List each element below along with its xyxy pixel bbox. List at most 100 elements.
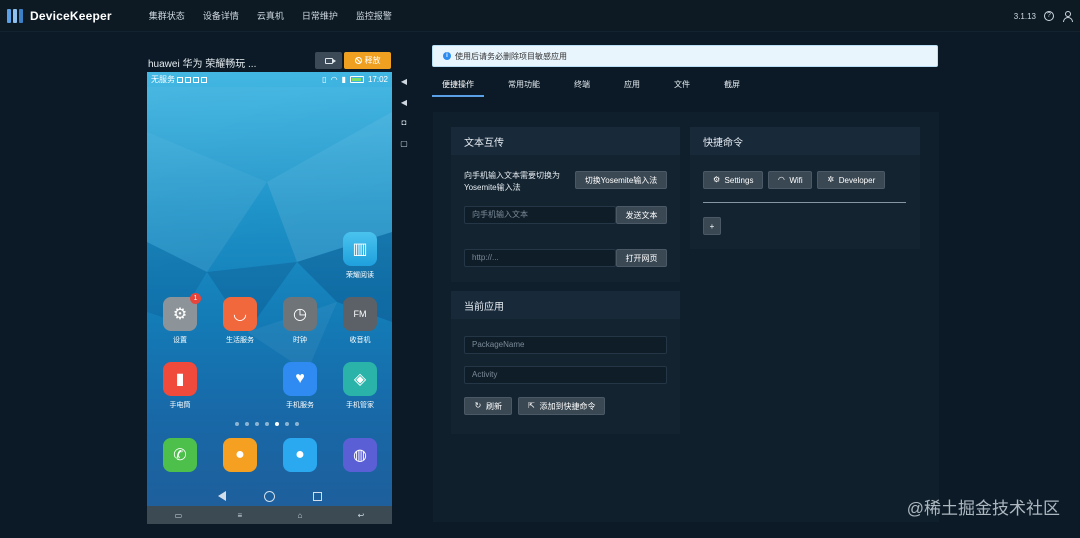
globe-icon: ◍ [343, 438, 377, 472]
tab-quick-actions[interactable]: 便捷操作 [432, 75, 484, 97]
refresh-button[interactable]: ↻ 刷新 [464, 397, 512, 415]
lock-icon[interactable]: ▢ [398, 138, 410, 150]
notification-icon [185, 76, 191, 83]
home-key-icon[interactable]: ⌂ [297, 511, 302, 520]
shortcut-label: Developer [838, 175, 876, 185]
tab-common-functions[interactable]: 常用功能 [498, 75, 550, 97]
shortcut-label: Wifi [789, 175, 803, 185]
notice-text: 使用后请务必删除项目敏感应用 [455, 51, 567, 61]
switch-ime-button[interactable]: 切换Yosemite输入法 [575, 171, 667, 189]
clock-text: 17:02 [367, 75, 388, 84]
shortcut-developer-button[interactable]: ✲ Developer [817, 171, 885, 189]
add-shortcut-button[interactable]: ⇱ 添加到快捷命令 [518, 397, 605, 415]
back-icon[interactable] [217, 491, 226, 501]
app-radio[interactable]: FM 收音机 [335, 297, 385, 345]
carrier-text: 无服务 [151, 75, 175, 84]
nav-monitor-alert[interactable]: 监控报警 [347, 9, 401, 22]
volume-up-icon[interactable]: ◀ [398, 76, 410, 88]
refresh-icon: ↻ [474, 401, 482, 410]
card-title: 当前应用 [451, 291, 680, 319]
recents-icon[interactable] [312, 491, 322, 501]
top-navbar: DeviceKeeper 集群状态 设备详情 云真机 日常维护 监控报警 3.1… [0, 0, 1080, 32]
bug-icon: ✲ [827, 175, 835, 184]
nav-cluster-status[interactable]: 集群状态 [140, 9, 194, 22]
nav-device-detail[interactable]: 设备详情 [194, 9, 248, 22]
wifi-icon: ◠ [330, 75, 338, 84]
activity-input[interactable]: Activity [464, 366, 667, 384]
message-icon: ● [283, 438, 317, 472]
device-title: huawei 华为 荣耀畅玩 ... [148, 59, 257, 70]
record-button[interactable] [315, 52, 342, 69]
phone-icon: ✆ [163, 438, 197, 472]
tab-apps[interactable]: 应用 [614, 75, 650, 97]
app-label: 手电筒 [169, 402, 191, 409]
app-flashlight[interactable]: ▮ 手电筒 [155, 362, 205, 410]
dock-browser[interactable]: ◍ [335, 438, 385, 472]
dock-messages[interactable]: ● [275, 438, 325, 472]
watermark: @稀土掘金技术社区 [906, 499, 1060, 518]
gear-icon: ⚙ [712, 175, 721, 184]
notification-icon [177, 76, 183, 83]
send-text-button[interactable]: 发送文本 [616, 206, 667, 224]
main-nav: 集群状态 设备详情 云真机 日常维护 监控报警 [140, 9, 401, 22]
app-logo[interactable]: DeviceKeeper [7, 8, 112, 23]
dock-contacts[interactable]: ● [215, 438, 265, 472]
tab-files[interactable]: 文件 [664, 75, 700, 97]
info-icon: i [443, 52, 451, 60]
ime-hint: 向手机输入文本需要切换为Yosemite输入法 [464, 171, 560, 192]
app-phone-manager[interactable]: ◈ 手机管家 [335, 362, 385, 410]
tab-bar: 便捷操作 常用功能 终端 应用 文件 截屏 [432, 75, 938, 99]
phone-status-bar: 无服务 ▯ ◠ ▮ 17:02 [147, 72, 392, 87]
volume-down-icon[interactable]: ◀ [398, 97, 410, 109]
release-label: 释放 [364, 56, 381, 65]
app-label: 荣耀阅读 [346, 272, 374, 279]
bowl-icon: ◡ [223, 297, 257, 331]
app-label: 收音机 [349, 337, 371, 344]
nav-daily-maintenance[interactable]: 日常维护 [293, 9, 347, 22]
notification-icon [193, 76, 199, 83]
card-title: 文本互传 [451, 127, 680, 155]
app-life-service[interactable]: ◡ 生活服务 [215, 297, 265, 345]
notification-badge: 1 [190, 293, 201, 304]
shortcuts-card: 快捷命令 ⚙ Settings ◠ Wifi ✲ Developer + [690, 127, 920, 249]
add-shortcut-plus-button[interactable]: + [703, 217, 721, 235]
package-name-input[interactable]: PackageName [464, 336, 667, 354]
url-input[interactable]: http://... [464, 249, 616, 267]
app-clock[interactable]: ◷ 时钟 [275, 297, 325, 345]
app-settings[interactable]: ⚙ 1 设置 [155, 293, 205, 345]
shortcut-wifi-button[interactable]: ◠ Wifi [768, 171, 812, 189]
heart-icon: ♥ [283, 362, 317, 396]
app-label: 时钟 [293, 337, 307, 344]
refresh-label: 刷新 [486, 401, 502, 411]
dock-phone[interactable]: ✆ [155, 438, 205, 472]
app-honor-read[interactable]: ▥ 荣耀阅读 [335, 232, 385, 280]
device-screen[interactable]: 无服务 ▯ ◠ ▮ 17:02 ▥ 荣耀阅读 ⚙ 1 设置 ◡ 生活服务 ◷ 时钟… [147, 72, 392, 524]
release-button[interactable]: 释放 [344, 52, 391, 69]
flashlight-icon: ▮ [163, 362, 197, 396]
ban-icon [354, 57, 362, 64]
tab-screenshot[interactable]: 截屏 [714, 75, 750, 97]
home-icon[interactable] [263, 490, 275, 502]
gear-icon: ⚙ 1 [163, 293, 201, 331]
nav-cloud-device[interactable]: 云真机 [248, 9, 293, 22]
add-shortcut-label: 添加到快捷命令 [539, 401, 596, 411]
app-label: 设置 [173, 337, 187, 344]
user-icon[interactable] [1062, 11, 1073, 22]
shortcut-label: Settings [724, 175, 754, 185]
notification-icon [201, 76, 207, 83]
text-input[interactable]: 向手机输入文本 [464, 206, 616, 224]
camera-icon[interactable]: ◘ [398, 117, 410, 129]
shield-icon: ◈ [343, 362, 377, 396]
open-url-button[interactable]: 打开网页 [616, 249, 667, 267]
divider [703, 202, 906, 203]
rotate-icon[interactable]: ▭ [175, 511, 183, 520]
device-control-bar: ▭ ≡ ⌂ ↩ [147, 506, 392, 524]
app-phone-service[interactable]: ♥ 手机服务 [275, 362, 325, 410]
phone-soft-nav [147, 486, 392, 506]
sim-icon: ▮ [341, 75, 346, 84]
help-icon[interactable]: ? [1044, 11, 1054, 21]
menu-icon[interactable]: ≡ [238, 511, 243, 520]
tab-terminal[interactable]: 终端 [564, 75, 600, 97]
back-key-icon[interactable]: ↩ [358, 511, 365, 520]
shortcut-settings-button[interactable]: ⚙ Settings [703, 171, 763, 189]
